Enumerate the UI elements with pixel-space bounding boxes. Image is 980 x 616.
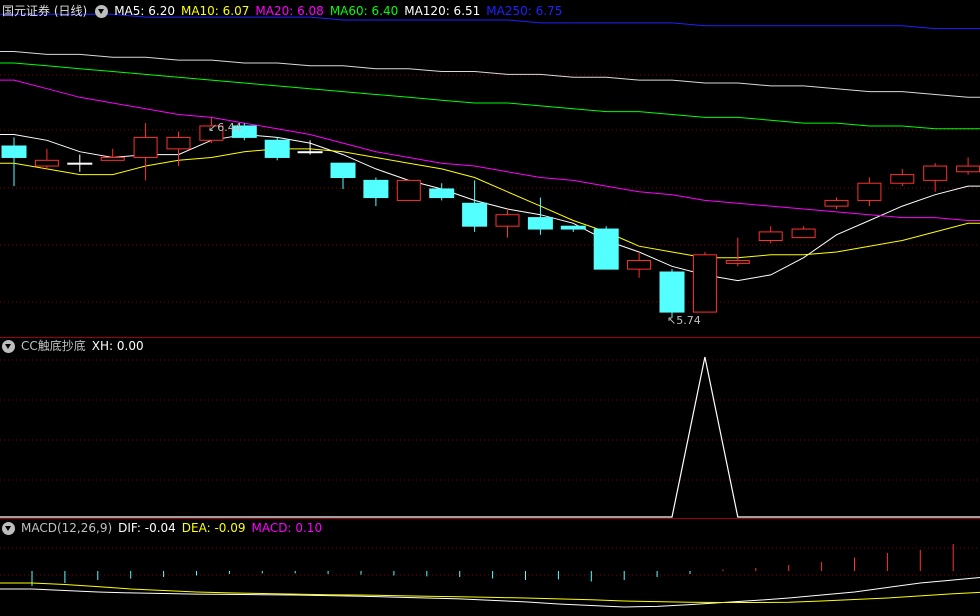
- low-price-marker: ↖5.74: [667, 314, 701, 327]
- candle-body: [659, 271, 685, 313]
- ma-label-5: MA250: 6.75: [486, 4, 563, 18]
- candle-body: [462, 202, 488, 227]
- macd-label-1: DEA: -0.09: [181, 521, 246, 535]
- candle-body: [692, 254, 717, 313]
- candle-body: [495, 214, 520, 227]
- main-panel-header: 国元证券 (日线) MA5: 6.20 MA10: 6.07 MA20: 6.08 M…: [0, 2, 574, 20]
- ma-legend: MA5: 6.20 MA10: 6.07 MA20: 6.08 MA60: 6.40 M…: [114, 2, 568, 20]
- candle-body: [527, 217, 553, 230]
- candle-body: [1, 145, 27, 158]
- macd-legend: DIF: -0.04 DEA: -0.09 MACD: 0.10: [118, 519, 328, 537]
- dropdown-icon[interactable]: [95, 4, 109, 18]
- candle-body: [824, 199, 849, 207]
- chart-stage: 国元证券 (日线) MA5: 6.20 MA10: 6.07 MA20: 6.08 M…: [0, 0, 980, 613]
- candle-body: [956, 165, 980, 173]
- high-price-label: 6.44: [217, 121, 242, 134]
- candle-body: [758, 231, 783, 241]
- cc-panel-header: CC触底抄底 XH: 0.00: [0, 337, 150, 355]
- dropdown-icon[interactable]: [2, 521, 15, 535]
- candle-body: [725, 260, 750, 264]
- candle-body: [133, 136, 158, 158]
- candle-body: [297, 151, 323, 154]
- candle-body: [791, 228, 816, 239]
- candle-body: [330, 162, 356, 179]
- macd-label-0: DIF: -0.04: [118, 521, 176, 535]
- candle-body: [396, 179, 421, 201]
- candle-body: [264, 139, 290, 158]
- cc-xh-line: [0, 356, 980, 518]
- candle-body: [923, 165, 948, 181]
- macd-label-2: MACD: 0.10: [251, 521, 323, 535]
- main-panel-title: 国元证券 (日线): [2, 4, 88, 18]
- ma-label-1: MA10: 6.07: [180, 4, 250, 18]
- candle-body: [627, 260, 652, 270]
- candle-body: [857, 182, 882, 201]
- candle-body: [34, 159, 59, 167]
- ma-label-4: MA120: 6.51: [404, 4, 481, 18]
- candle-body: [67, 162, 93, 165]
- dif-line: [0, 577, 980, 608]
- candle-body: [166, 136, 191, 150]
- candle-body: [100, 156, 125, 161]
- dropdown-icon[interactable]: [2, 339, 15, 353]
- low-price-label: 5.74: [676, 314, 701, 327]
- high-price-marker: ↙6.44: [208, 121, 242, 134]
- candle-body: [593, 228, 619, 270]
- candle-body: [429, 188, 455, 199]
- ma-label-3: MA60: 6.40: [329, 4, 399, 18]
- macd-panel-title: MACD(12,26,9): [21, 521, 113, 535]
- ma-label-0: MA5: 6.20: [114, 4, 175, 18]
- ma-label-2: MA20: 6.08: [255, 4, 324, 18]
- candle-body: [890, 174, 915, 184]
- macd-panel-header: MACD(12,26,9) DIF: -0.04 DEA: -0.09 MACD: …: [0, 519, 334, 537]
- candle-body: [560, 225, 586, 230]
- cc-xh-label: XH: 0.00: [91, 339, 144, 353]
- cc-panel-title: CC触底抄底: [21, 339, 86, 353]
- candle-body: [363, 179, 389, 199]
